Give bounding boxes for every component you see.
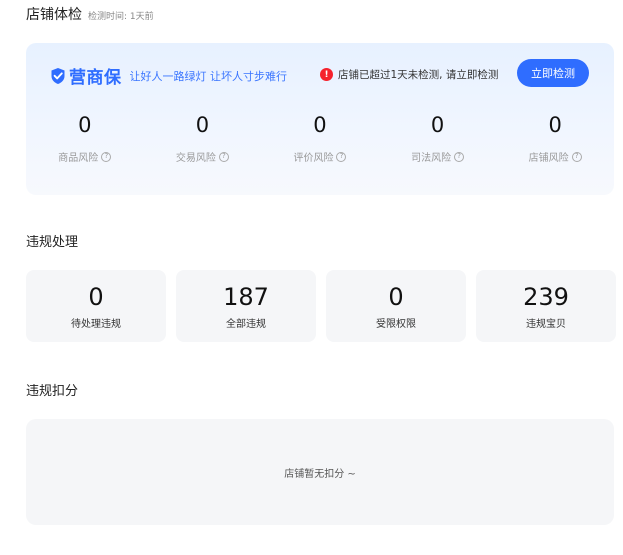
risk-value: 0 xyxy=(195,113,210,137)
risk-item-trade: 0 交易风险? xyxy=(144,109,262,164)
risk-label: 交易风险 xyxy=(175,153,216,164)
violation-label: 受限权限 xyxy=(376,318,416,330)
brand-logo: 营商保 xyxy=(50,63,122,88)
risk-label: 评价风险 xyxy=(293,153,334,164)
brand-slogan: 让好人一路绿灯 让坏人寸步难行 xyxy=(129,69,288,83)
violation-label: 违规宝贝 xyxy=(526,318,566,330)
help-icon[interactable]: ? xyxy=(454,151,465,162)
page-title: 店铺体检 xyxy=(26,7,82,23)
check-now-button[interactable]: 立即检测 xyxy=(517,59,589,87)
violations-title: 违规处理 xyxy=(26,235,79,250)
risk-value: 0 xyxy=(78,113,92,137)
shield-check-icon xyxy=(51,67,65,84)
store-check-header: 店铺体检 检测时间: 1天前 xyxy=(26,4,154,24)
risk-value: 0 xyxy=(430,113,445,137)
help-icon[interactable]: ? xyxy=(218,151,229,162)
alert-text: 店铺已超过1天未检测, 请立即检测 xyxy=(338,69,499,81)
risk-label: 司法风险 xyxy=(411,153,452,164)
violation-value: 239 xyxy=(523,282,569,311)
check-time: 检测时间: 1天前 xyxy=(88,12,154,22)
help-icon[interactable]: ? xyxy=(336,151,347,162)
violation-card-all[interactable]: 187 全部违规 xyxy=(176,270,316,342)
risk-item-legal: 0 司法风险? xyxy=(379,109,497,164)
risk-value: 0 xyxy=(548,113,562,137)
help-icon[interactable]: ? xyxy=(101,151,112,162)
risk-label: 商品风险 xyxy=(58,153,99,164)
violation-label: 待处理违规 xyxy=(71,318,121,330)
violation-value: 0 xyxy=(88,282,104,311)
risk-item-review: 0 评价风险? xyxy=(261,109,379,164)
risk-item-product: 0 商品风险? xyxy=(26,109,144,164)
violation-label: 全部违规 xyxy=(226,318,266,330)
violation-stats: 0 待处理违规 187 全部违规 0 受限权限 239 违规宝贝 xyxy=(26,270,616,342)
deductions-panel: 店铺暂无扣分 ~ xyxy=(26,419,614,525)
brand-banner: 营商保 让好人一路绿灯 让坏人寸步难行 xyxy=(50,63,287,88)
brand-name: 营商保 xyxy=(69,68,122,88)
violation-value: 0 xyxy=(388,282,404,311)
violation-card-pending[interactable]: 0 待处理违规 xyxy=(26,270,166,342)
violation-card-items[interactable]: 239 违规宝贝 xyxy=(476,270,616,342)
deductions-title: 违规扣分 xyxy=(26,384,79,399)
violation-card-restricted[interactable]: 0 受限权限 xyxy=(326,270,466,342)
risk-label: 店铺风险 xyxy=(528,153,569,164)
empty-state-text: 店铺暂无扣分 ~ xyxy=(284,468,356,480)
help-icon[interactable]: ? xyxy=(571,151,582,162)
risk-list: 0 商品风险? 0 交易风险? 0 评价风险? 0 司法风险? 0 店铺风险? xyxy=(26,109,614,164)
risk-value: 0 xyxy=(313,113,327,137)
check-alert: ! 店铺已超过1天未检测, 请立即检测 xyxy=(320,67,498,82)
alert-icon: ! xyxy=(320,68,333,81)
violation-value: 187 xyxy=(223,282,269,311)
store-check-card: 营商保 让好人一路绿灯 让坏人寸步难行 ! 店铺已超过1天未检测, 请立即检测 … xyxy=(26,43,614,195)
risk-item-store: 0 店铺风险? xyxy=(496,109,614,164)
